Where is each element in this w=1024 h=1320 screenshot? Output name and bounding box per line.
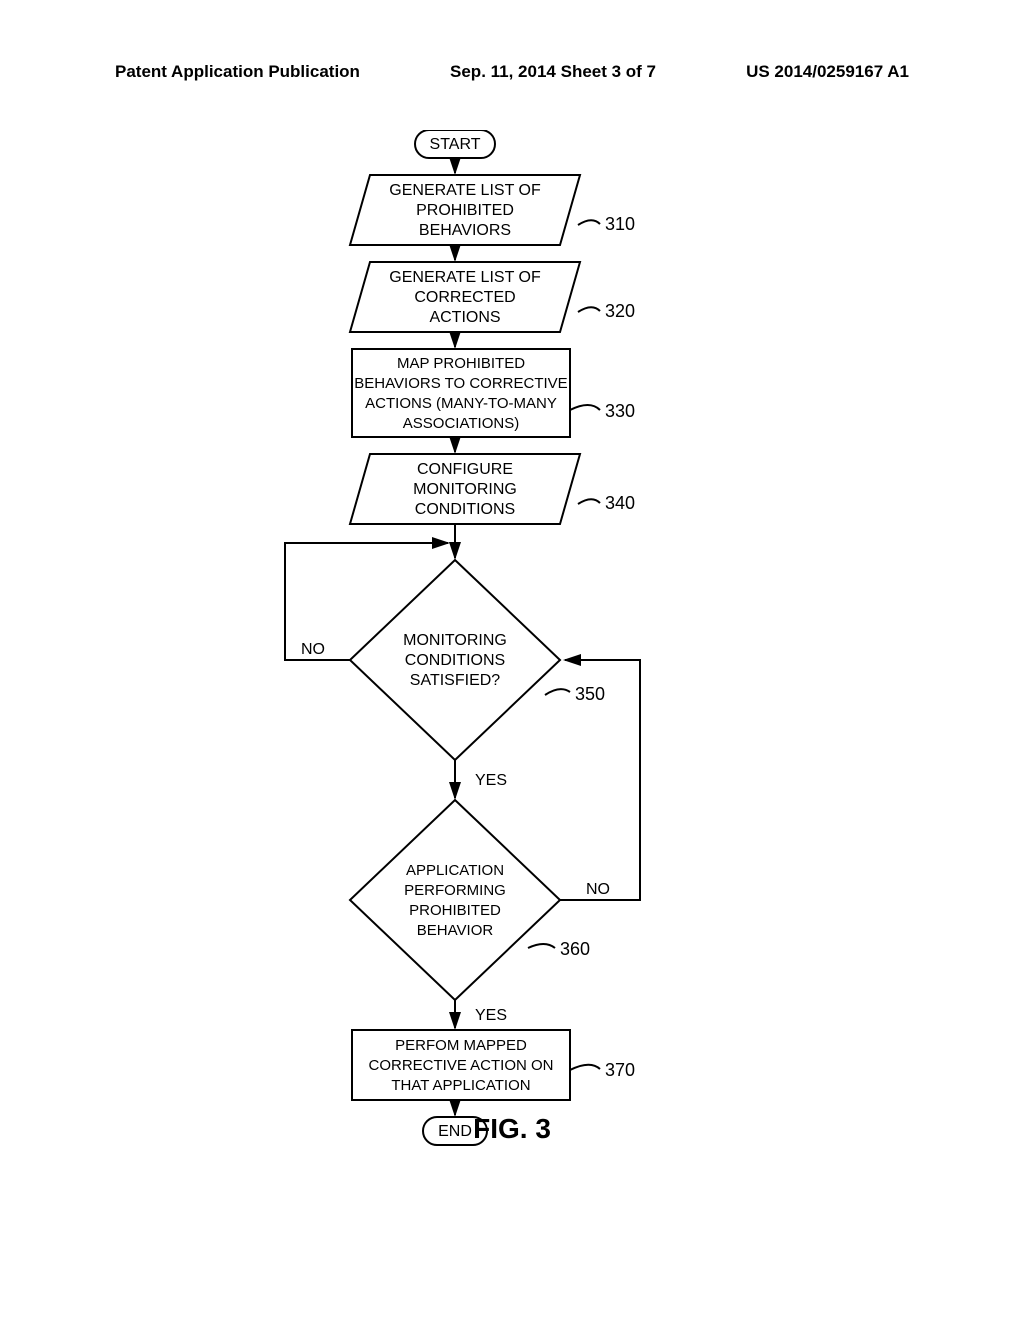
start-terminal: START [415, 130, 495, 158]
dec-350-no: NO [301, 641, 325, 658]
ref-360: 360 [560, 939, 590, 959]
box-370: PERFOM MAPPED CORRECTIVE ACTION ON THAT … [352, 1030, 570, 1100]
box-310-line1: GENERATE LIST OF [389, 182, 541, 199]
figure-label: FIG. 3 [0, 1113, 1024, 1145]
dec-360-line3: PROHIBITED [409, 902, 501, 919]
header-left: Patent Application Publication [115, 62, 360, 82]
box-330: MAP PROHIBITED BEHAVIORS TO CORRECTIVE A… [352, 349, 570, 437]
box-320-line1: GENERATE LIST OF [389, 269, 541, 286]
ref-340-leader [578, 499, 600, 504]
ref-350: 350 [575, 684, 605, 704]
page-header: Patent Application Publication Sep. 11, … [0, 62, 1024, 82]
box-330-line2: BEHAVIORS TO CORRECTIVE [354, 375, 567, 392]
box-340-line2: MONITORING [413, 481, 517, 498]
start-label: START [430, 136, 481, 153]
box-340: CONFIGURE MONITORING CONDITIONS [350, 454, 580, 524]
dec-360-line2: PERFORMING [404, 882, 506, 899]
box-340-line3: CONDITIONS [415, 501, 515, 518]
ref-310: 310 [605, 214, 635, 234]
decision-350: MONITORING CONDITIONS SATISFIED? [350, 560, 560, 760]
box-330-line3: ACTIONS (MANY-TO-MANY [365, 395, 557, 412]
dec-350-line3: SATISFIED? [410, 672, 500, 689]
box-320-line3: ACTIONS [429, 309, 500, 326]
page: Patent Application Publication Sep. 11, … [0, 0, 1024, 1320]
box-370-line1: PERFOM MAPPED [395, 1037, 527, 1054]
ref-330-leader [570, 405, 600, 410]
box-310: GENERATE LIST OF PROHIBITED BEHAVIORS [350, 175, 580, 245]
dec-360-no: NO [586, 881, 610, 898]
header-center: Sep. 11, 2014 Sheet 3 of 7 [450, 62, 656, 82]
ref-370-leader [570, 1065, 600, 1070]
box-330-line4: ASSOCIATIONS) [403, 415, 519, 432]
flowchart-svg: START GENERATE LIST OF PROHIBITED BEHAVI… [0, 130, 1024, 1180]
header-right: US 2014/0259167 A1 [746, 62, 909, 82]
ref-350-leader [545, 689, 570, 695]
flowchart-container: START GENERATE LIST OF PROHIBITED BEHAVI… [0, 130, 1024, 1180]
box-330-line1: MAP PROHIBITED [397, 355, 525, 372]
ref-310-leader [578, 220, 600, 225]
dec-360-yes: YES [475, 1007, 507, 1024]
ref-340: 340 [605, 493, 635, 513]
dec-350-yes: YES [475, 772, 507, 789]
box-320-line2: CORRECTED [414, 289, 515, 306]
ref-330: 330 [605, 401, 635, 421]
dec-360-line1: APPLICATION [406, 862, 504, 879]
dec-360-line4: BEHAVIOR [417, 922, 494, 939]
box-320: GENERATE LIST OF CORRECTED ACTIONS [350, 262, 580, 332]
box-310-line2: PROHIBITED [416, 202, 514, 219]
box-370-line2: CORRECTIVE ACTION ON [368, 1057, 553, 1074]
dec-350-line1: MONITORING [403, 632, 507, 649]
ref-370: 370 [605, 1060, 635, 1080]
ref-320-leader [578, 307, 600, 312]
ref-320: 320 [605, 301, 635, 321]
ref-360-leader [528, 944, 555, 948]
box-340-line1: CONFIGURE [417, 461, 513, 478]
box-370-line3: THAT APPLICATION [391, 1077, 530, 1094]
decision-360: APPLICATION PERFORMING PROHIBITED BEHAVI… [350, 800, 560, 1000]
box-310-line3: BEHAVIORS [419, 222, 511, 239]
dec-350-line2: CONDITIONS [405, 652, 505, 669]
